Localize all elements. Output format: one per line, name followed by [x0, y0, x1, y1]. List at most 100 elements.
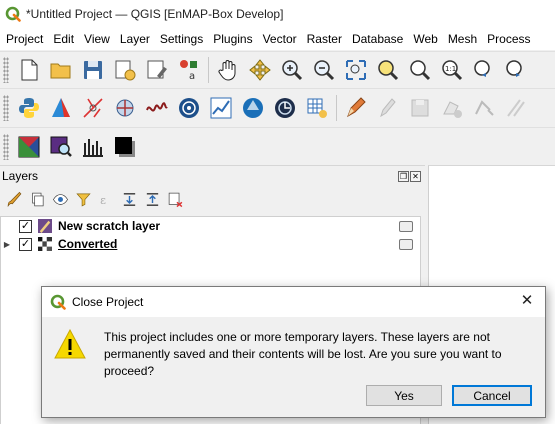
enmap-box-icon: [52, 97, 70, 117]
zoom-native-button[interactable]: 1:1: [436, 54, 468, 86]
layer-row[interactable]: ▶ ✓ Converted: [1, 235, 420, 253]
zoom-last-icon: [474, 59, 490, 77]
zoom-in-button[interactable]: [276, 54, 308, 86]
expression-filter-disabled-icon: ε: [100, 192, 106, 206]
close-panel-button[interactable]: ✕: [410, 170, 421, 182]
filter-expression-button: ε: [96, 189, 116, 209]
zoom-full-button[interactable]: [340, 54, 372, 86]
float-panel-button[interactable]: ❐: [398, 170, 409, 182]
window-titlebar: *Untitled Project — QGIS [EnMAP-Box Deve…: [0, 0, 555, 28]
raster-histogram-button[interactable]: [77, 131, 109, 163]
spectral-profile-icon: [146, 101, 168, 112]
menu-mesh[interactable]: Mesh: [443, 32, 482, 46]
toolbar-grip[interactable]: [3, 133, 9, 160]
svg-text:a: a: [189, 71, 195, 82]
layer-row[interactable]: ✓ New scratch layer: [1, 217, 420, 235]
eye-icon: [52, 193, 68, 205]
plugin-button-4[interactable]: [109, 92, 141, 124]
plugin-button-10[interactable]: [301, 92, 333, 124]
python-console-button[interactable]: [13, 92, 45, 124]
plugin-button-9[interactable]: [269, 92, 301, 124]
menu-layer[interactable]: Layer: [115, 32, 155, 46]
pan-map-button[interactable]: [212, 54, 244, 86]
menu-view[interactable]: View: [79, 32, 115, 46]
dialog-close-button[interactable]: ✕: [519, 293, 535, 309]
open-project-button[interactable]: [45, 54, 77, 86]
plugin-button-5[interactable]: [141, 92, 173, 124]
expand-arrow-icon[interactable]: ▶: [1, 240, 13, 249]
dialog-body: This project includes one or more tempor…: [42, 317, 545, 417]
folder-icon: [50, 63, 71, 78]
raster-tool-2-button[interactable]: [45, 131, 77, 163]
menu-plugins[interactable]: Plugins: [208, 32, 257, 46]
manage-visibility-button[interactable]: [50, 189, 70, 209]
toolbar-grip[interactable]: [3, 56, 9, 83]
zoom-to-selection-button[interactable]: [372, 54, 404, 86]
layer-indicator-icon[interactable]: [399, 220, 413, 232]
raster-inspect-icon: [50, 136, 72, 157]
menu-edit[interactable]: Edit: [48, 32, 79, 46]
plugin-button-8[interactable]: [237, 92, 269, 124]
zoom-in-icon: [282, 59, 303, 80]
menu-web[interactable]: Web: [408, 32, 442, 46]
save-edits-disabled-icon: [411, 99, 429, 116]
plugin-button-6[interactable]: [173, 92, 205, 124]
panel-controls: ❐ ✕: [398, 170, 421, 182]
menu-raster[interactable]: Raster: [302, 32, 347, 46]
add-group-button[interactable]: [27, 189, 47, 209]
layer-visibility-checkbox[interactable]: ✓: [19, 237, 32, 251]
add-feature-button: [436, 92, 468, 124]
close-project-dialog: Close Project ✕ This project includes on…: [41, 286, 546, 418]
style-manager-button[interactable]: a: [173, 54, 205, 86]
layer-visibility-checkbox[interactable]: ✓: [19, 219, 32, 233]
expand-all-button[interactable]: [119, 189, 139, 209]
zoom-native-resolution-icon: 1:1: [442, 59, 463, 80]
menu-processing[interactable]: Process: [482, 32, 535, 46]
raster-layer-icon: [38, 237, 52, 251]
cancel-button[interactable]: Cancel: [452, 385, 532, 406]
menu-project[interactable]: Project: [0, 32, 48, 46]
graph-icon: [210, 97, 232, 118]
vertex-tool-disabled-icon: [475, 99, 494, 116]
layer-indicator-icon[interactable]: [399, 238, 413, 250]
menu-settings[interactable]: Settings: [155, 32, 208, 46]
expand-all-icon: [123, 192, 135, 206]
raster-tool-4-button[interactable]: [109, 131, 141, 163]
menu-database[interactable]: Database: [347, 32, 408, 46]
toolbar-separator: [336, 94, 337, 121]
menu-vector[interactable]: Vector: [258, 32, 302, 46]
pan-to-selection-button[interactable]: [244, 54, 276, 86]
new-print-layout-button[interactable]: [109, 54, 141, 86]
zoom-to-layer-button[interactable]: [404, 54, 436, 86]
grid-icon: [307, 98, 327, 118]
filter-legend-button[interactable]: [73, 189, 93, 209]
globe-icon: [275, 97, 295, 118]
collapse-all-button[interactable]: [142, 189, 162, 209]
project-toolbar: a 1:1: [0, 51, 555, 87]
warning-icon: [54, 329, 86, 359]
zoom-last-button[interactable]: [468, 54, 500, 86]
style-layer-button[interactable]: [4, 189, 24, 209]
layers-toolbar: ε: [0, 186, 425, 212]
plugin-button-7[interactable]: [205, 92, 237, 124]
remove-layer-icon: [168, 192, 182, 207]
new-file-icon: [21, 59, 38, 80]
toggle-editing-button[interactable]: [340, 92, 372, 124]
new-project-button[interactable]: [13, 54, 45, 86]
raster-tool-1-button[interactable]: [13, 131, 45, 163]
zoom-out-button[interactable]: [308, 54, 340, 86]
more-edit-tools-button: [500, 92, 532, 124]
pan-to-selection-icon: [249, 58, 271, 81]
save-project-button[interactable]: [77, 54, 109, 86]
layer-name: Converted: [58, 237, 118, 251]
layout-manager-button[interactable]: [141, 54, 173, 86]
yes-button[interactable]: Yes: [366, 385, 442, 406]
save-edits-button: [404, 92, 436, 124]
add-group-icon: [31, 192, 44, 206]
layout-manager-icon: [147, 60, 167, 78]
remove-layer-button[interactable]: [165, 189, 185, 209]
zoom-next-button[interactable]: [500, 54, 532, 86]
plugin-button-3[interactable]: [77, 92, 109, 124]
toolbar-grip[interactable]: [3, 94, 9, 121]
enmapbox-button[interactable]: [45, 92, 77, 124]
